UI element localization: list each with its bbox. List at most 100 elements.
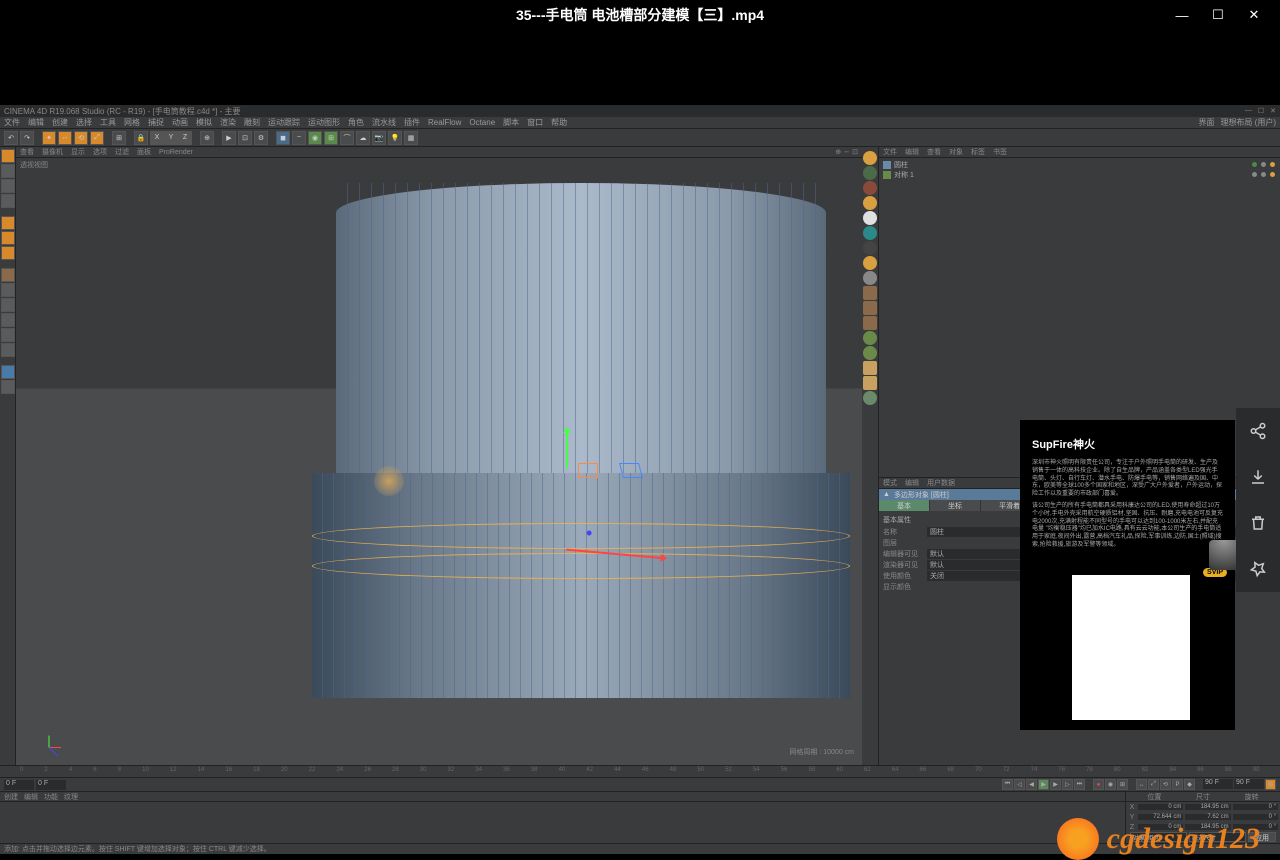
pal-icon[interactable] xyxy=(863,241,877,255)
tool-live-select[interactable]: ✦ xyxy=(42,131,56,145)
menu-select[interactable]: 选择 xyxy=(76,117,92,128)
pal-icon[interactable] xyxy=(863,226,877,240)
vp-nav-icon3[interactable]: ⊡ xyxy=(852,148,858,156)
tc-next-key[interactable]: ▷ xyxy=(1062,779,1073,790)
timeline-current[interactable]: 0 F xyxy=(36,780,66,790)
mode-workplane[interactable] xyxy=(1,194,15,208)
coord-x-pos[interactable]: 0 cm xyxy=(1138,804,1183,810)
pal-icon[interactable] xyxy=(863,391,877,405)
primitive-cube[interactable]: ◼ xyxy=(276,131,290,145)
attr-tab-basic[interactable]: 基本 xyxy=(879,500,930,511)
axis-z-toggle[interactable]: Z xyxy=(178,131,192,145)
pal-icon[interactable] xyxy=(863,361,877,375)
pal-icon[interactable] xyxy=(863,346,877,360)
tool-undo[interactable]: ↶ xyxy=(4,131,18,145)
pal-icon[interactable] xyxy=(863,376,877,390)
tc-pos-key[interactable]: ↔ xyxy=(1136,779,1147,790)
timeline-end[interactable]: 90 F xyxy=(1203,779,1233,789)
timeline-start[interactable]: 0 F xyxy=(4,780,34,790)
tool-scale[interactable]: ⤢ xyxy=(90,131,104,145)
tc-prev-frame[interactable]: ◀ xyxy=(1026,779,1037,790)
soft-select[interactable] xyxy=(1,365,15,379)
menu-help[interactable]: 帮助 xyxy=(551,117,567,128)
vp-nav-icon[interactable]: ⊕ xyxy=(835,148,841,156)
mode-texture[interactable] xyxy=(1,179,15,193)
pal-icon[interactable] xyxy=(863,286,877,300)
menu-tools[interactable]: 工具 xyxy=(100,117,116,128)
mode-objects[interactable] xyxy=(1,283,15,297)
obj-tab-tags[interactable]: 标签 xyxy=(971,147,985,157)
gizmo-plane-yz[interactable] xyxy=(578,463,598,478)
tool-grid[interactable]: ▦ xyxy=(404,131,418,145)
mat-tab-edit[interactable]: 编辑 xyxy=(24,792,38,802)
tc-param-key[interactable]: P xyxy=(1172,779,1183,790)
pal-icon[interactable] xyxy=(863,271,877,285)
share-button[interactable] xyxy=(1236,408,1280,454)
pal-icon[interactable] xyxy=(863,196,877,210)
reference-image-panel[interactable]: SupFire神火 深圳市神火照明有限责任公司，专注于户外照明手电筒的研发、生产… xyxy=(1020,420,1235,730)
environment[interactable]: ☁ xyxy=(356,131,370,145)
pal-icon[interactable] xyxy=(863,331,877,345)
tc-goto-end[interactable]: ⏭ xyxy=(1074,779,1085,790)
menu-realflow[interactable]: RealFlow xyxy=(428,118,461,127)
pal-icon[interactable] xyxy=(863,166,877,180)
menu-simulate[interactable]: 模拟 xyxy=(196,117,212,128)
tool-render-view[interactable]: ▶ xyxy=(222,131,236,145)
vp-filter[interactable]: 过滤 xyxy=(115,147,129,157)
obj-tab-view[interactable]: 查看 xyxy=(927,147,941,157)
axis-y-toggle[interactable]: Y xyxy=(164,131,178,145)
menu-sculpt[interactable]: 雕刻 xyxy=(244,117,260,128)
c4d-minimize[interactable]: — xyxy=(1245,107,1252,115)
vp-display[interactable]: 显示 xyxy=(71,147,85,157)
menu-snap[interactable]: 捕捉 xyxy=(148,117,164,128)
attr-tab-mode[interactable]: 模式 xyxy=(883,478,897,488)
tool-redo[interactable]: ↷ xyxy=(20,131,34,145)
timeline[interactable]: 0246810121416182022242628303234363840424… xyxy=(0,765,1280,777)
menu-motion-tracker[interactable]: 运动跟踪 xyxy=(268,117,300,128)
gizmo-y-axis[interactable] xyxy=(566,428,568,468)
menu-window[interactable]: 窗口 xyxy=(527,117,543,128)
mat-tab-create[interactable]: 创建 xyxy=(4,792,18,802)
tool-rotate[interactable]: ⟲ xyxy=(74,131,88,145)
menu-edit[interactable]: 编辑 xyxy=(28,117,44,128)
delete-button[interactable] xyxy=(1236,500,1280,546)
attr-tab-coord[interactable]: 坐标 xyxy=(930,500,981,511)
mode-model[interactable] xyxy=(1,164,15,178)
menu-animate[interactable]: 动画 xyxy=(172,117,188,128)
menu-pipeline[interactable]: 流水线 xyxy=(372,117,396,128)
locked-workplane[interactable] xyxy=(1,328,15,342)
gizmo-plane-xy[interactable] xyxy=(619,463,643,478)
workplane-mode[interactable] xyxy=(1,313,15,327)
menu-plugins[interactable]: 插件 xyxy=(404,117,420,128)
gizmo-z-axis[interactable] xyxy=(591,533,593,535)
mode-polygons[interactable] xyxy=(1,246,15,260)
pal-icon[interactable] xyxy=(863,151,877,165)
enable-snap[interactable] xyxy=(1,298,15,312)
vp-nav-icon2[interactable]: ↔ xyxy=(843,148,850,156)
attr-tab-userdata[interactable]: 用户数据 xyxy=(927,478,955,488)
coord-x-size[interactable]: 184.95 cm xyxy=(1185,804,1230,810)
tc-timeline-btn[interactable]: ⊞ xyxy=(1265,779,1276,790)
menu-render[interactable]: 渲染 xyxy=(220,117,236,128)
camera[interactable]: 📷 xyxy=(372,131,386,145)
tc-autokey[interactable]: ◉ xyxy=(1105,779,1116,790)
menu-file[interactable]: 文件 xyxy=(4,117,20,128)
tool-axis-lock[interactable]: 🔒 xyxy=(134,131,148,145)
tool-move[interactable]: ↔ xyxy=(58,131,72,145)
pal-icon[interactable] xyxy=(863,301,877,315)
tc-pla-key[interactable]: ◆ xyxy=(1184,779,1195,790)
mode-edges[interactable] xyxy=(1,231,15,245)
pin-button[interactable] xyxy=(1236,546,1280,592)
obj-item-symmetry[interactable]: 对称 1 xyxy=(883,170,1276,180)
light[interactable]: 💡 xyxy=(388,131,402,145)
tool-recent[interactable]: ⊞ xyxy=(112,131,126,145)
generator-array[interactable]: ⊞ xyxy=(324,131,338,145)
pal-icon[interactable] xyxy=(863,316,877,330)
mat-tab-func[interactable]: 功能 xyxy=(44,792,58,802)
tc-prev-key[interactable]: ◁ xyxy=(1014,779,1025,790)
menu-layout[interactable]: 理想布局 (用户) xyxy=(1220,117,1276,128)
planar-workplane[interactable] xyxy=(1,343,15,357)
tc-key-options[interactable]: ⊞ xyxy=(1117,779,1128,790)
pal-icon[interactable] xyxy=(863,256,877,270)
primitive-spline[interactable]: ~ xyxy=(292,131,306,145)
